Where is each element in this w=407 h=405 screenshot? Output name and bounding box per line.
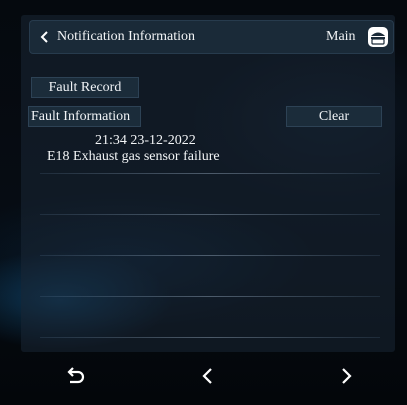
chevron-left-icon[interactable] bbox=[196, 364, 220, 388]
row-divider bbox=[40, 173, 380, 174]
record-time: 21:34 23-12-2022 bbox=[95, 133, 196, 148]
record-message: E18 Exhaust gas sensor failure bbox=[47, 149, 220, 164]
content-panel bbox=[21, 15, 395, 352]
return-icon[interactable] bbox=[63, 364, 87, 388]
fault-information-button[interactable]: Fault Information bbox=[28, 106, 141, 127]
clear-button[interactable]: Clear bbox=[286, 106, 382, 127]
row-divider bbox=[40, 255, 380, 256]
main-link[interactable]: Main bbox=[326, 29, 356, 45]
chevron-right-icon[interactable] bbox=[334, 364, 358, 388]
row-divider bbox=[40, 214, 380, 215]
row-divider bbox=[40, 337, 380, 338]
home-icon[interactable] bbox=[367, 26, 389, 48]
page-title: Notification Information bbox=[57, 29, 196, 44]
row-divider bbox=[40, 296, 380, 297]
header-bar: Notification Information Main bbox=[29, 20, 394, 54]
fault-record-button[interactable]: Fault Record bbox=[31, 77, 139, 98]
chevron-left-icon[interactable] bbox=[39, 28, 51, 46]
